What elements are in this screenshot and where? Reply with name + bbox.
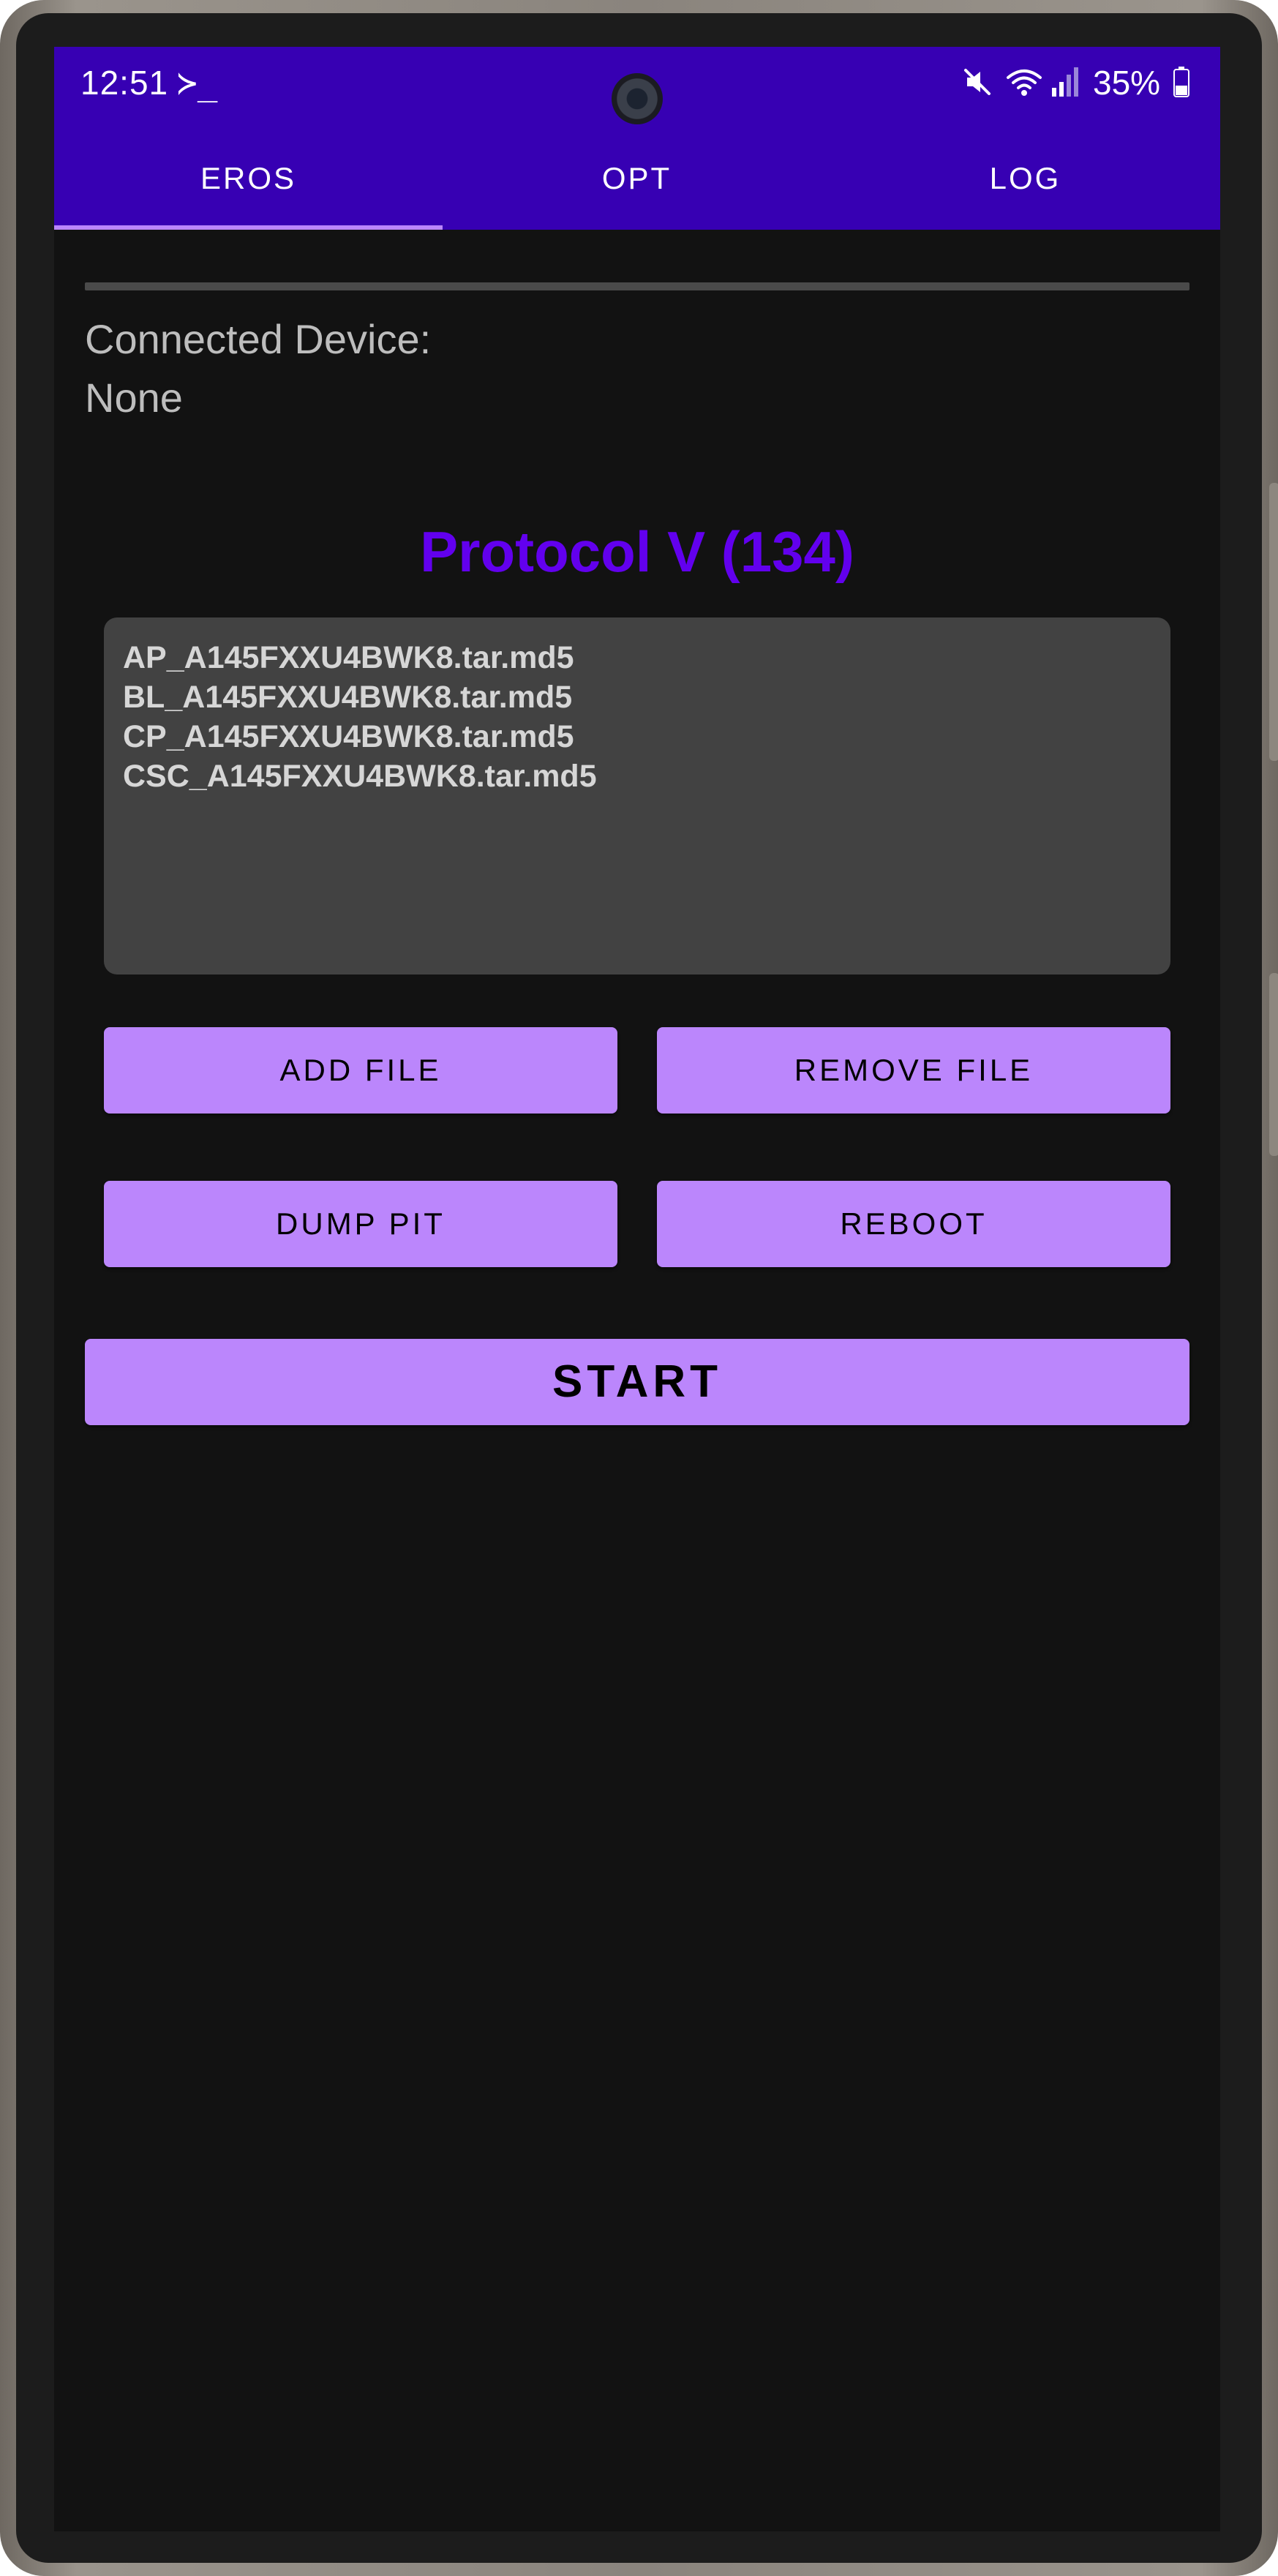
battery-percentage: 35%: [1093, 64, 1161, 102]
tab-log[interactable]: LOG: [831, 157, 1219, 230]
tab-eros[interactable]: EROS: [54, 157, 443, 230]
remove-file-button[interactable]: REMOVE FILE: [657, 1027, 1170, 1114]
dump-pit-button[interactable]: DUMP PIT: [104, 1181, 617, 1267]
file-list[interactable]: AP_A145FXXU4BWK8.tar.md5 BL_A145FXXU4BWK…: [104, 617, 1170, 975]
connected-device-label: Connected Device:: [85, 316, 432, 362]
progress-bar: [85, 282, 1189, 290]
tab-opt[interactable]: OPT: [443, 157, 831, 230]
battery-icon: [1173, 67, 1189, 97]
terminal-icon: ≻_: [177, 63, 218, 102]
tab-indicator: [54, 225, 443, 230]
app-screen: 12:51 ≻_ 35% EROS OPT LOG Connected Devi…: [54, 47, 1220, 2531]
phone-frame: 12:51 ≻_ 35% EROS OPT LOG Connected Devi…: [0, 0, 1278, 2576]
file-list-item[interactable]: BL_A145FXXU4BWK8.tar.md5: [123, 677, 1151, 717]
status-time: 12:51: [80, 64, 169, 102]
start-button[interactable]: START: [85, 1339, 1189, 1425]
connected-device-value: None: [85, 375, 183, 421]
protocol-title: Protocol V (134): [420, 519, 854, 584]
add-file-button[interactable]: ADD FILE: [104, 1027, 617, 1114]
file-list-item[interactable]: CP_A145FXXU4BWK8.tar.md5: [123, 717, 1151, 756]
file-list-item[interactable]: AP_A145FXXU4BWK8.tar.md5: [123, 638, 1151, 677]
side-button: [1269, 483, 1278, 761]
app-bar: 12:51 ≻_ 35% EROS OPT LOG: [54, 47, 1220, 230]
file-list-item[interactable]: CSC_A145FXXU4BWK8.tar.md5: [123, 756, 1151, 796]
signal-icon: [1052, 67, 1078, 97]
mute-icon: [964, 69, 991, 95]
side-button: [1269, 973, 1278, 1156]
wifi-icon: [1007, 70, 1042, 96]
reboot-button[interactable]: REBOOT: [657, 1181, 1170, 1267]
camera-cutout: [612, 73, 663, 124]
